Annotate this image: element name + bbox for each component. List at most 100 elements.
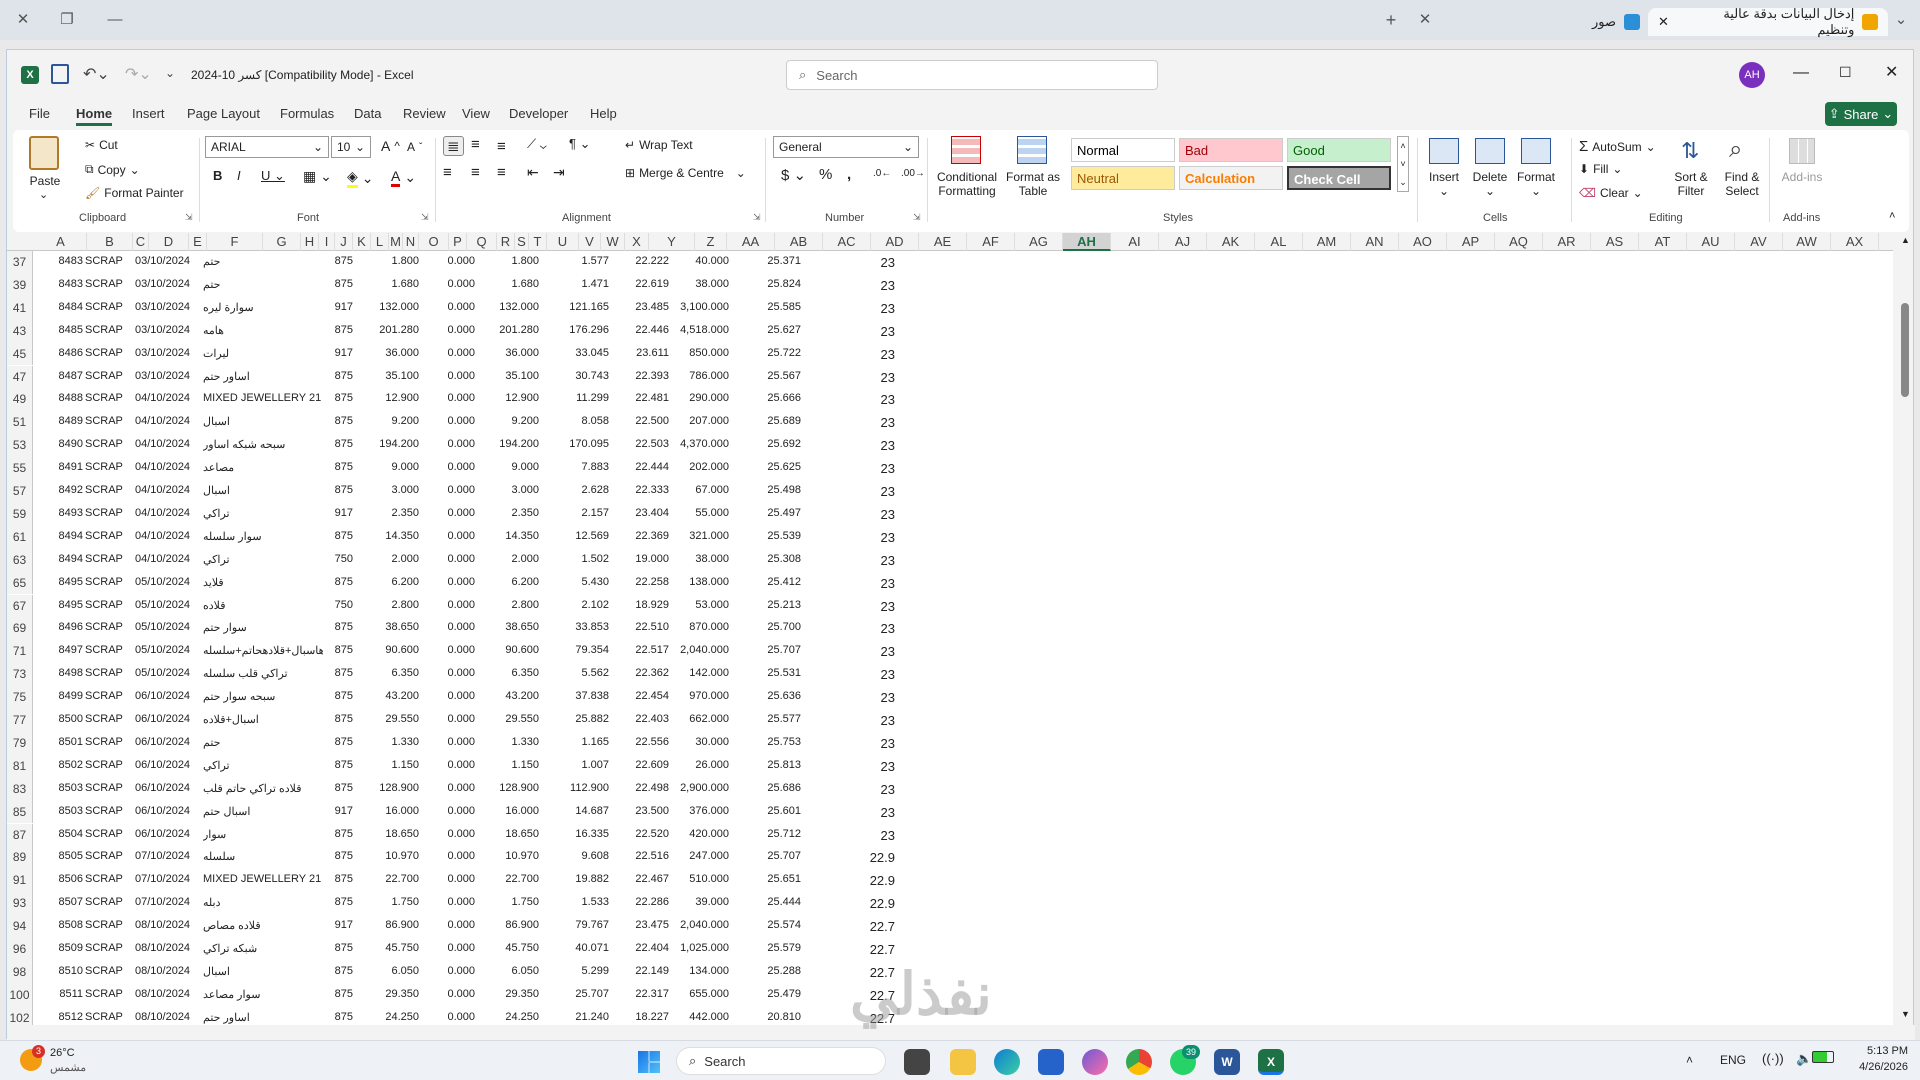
cell-o[interactable]: 0.000 (421, 690, 475, 702)
row-header[interactable]: 55 (7, 457, 33, 480)
cell-i[interactable]: 917 (323, 347, 353, 359)
cell-d[interactable]: 03/10/2024 (135, 347, 199, 359)
cell-q[interactable]: 29.350 (477, 988, 539, 1000)
cell-b[interactable]: SCRAP (85, 896, 129, 908)
find-select-button[interactable]: Find & Select (1719, 170, 1765, 198)
cell-a[interactable]: 8496 (43, 621, 83, 633)
cell-i[interactable]: 875 (323, 644, 353, 656)
italic-icon[interactable]: I (237, 168, 241, 183)
cell-e[interactable]: قلاده مصاص (203, 919, 323, 932)
cell-ac[interactable]: 23 (807, 255, 895, 270)
cell-l[interactable]: 1.800 (357, 255, 419, 267)
cell-i[interactable]: 875 (323, 965, 353, 977)
cell-a[interactable]: 8487 (43, 370, 83, 382)
cell-u[interactable]: 25.707 (543, 988, 609, 1000)
cell-o[interactable]: 0.000 (421, 850, 475, 862)
cell-b[interactable]: SCRAP (85, 713, 129, 725)
cell-y[interactable]: 376.000 (673, 805, 729, 817)
increase-indent-icon[interactable]: ⇥ (553, 164, 565, 181)
cell-e[interactable]: قلاده تراكي حاتم قلب (203, 782, 323, 795)
cell-w[interactable]: 23.611 (613, 347, 669, 359)
cell-d[interactable]: 08/10/2024 (135, 1011, 199, 1023)
cell-i[interactable]: 750 (323, 599, 353, 611)
cell-aa[interactable]: 25.625 (733, 461, 801, 473)
insert-cells-button[interactable]: Insert ⌄ (1423, 170, 1465, 198)
cell-l[interactable]: 22.700 (357, 873, 419, 885)
cell-d[interactable]: 06/10/2024 (135, 828, 199, 840)
cell-aa[interactable]: 25.686 (733, 782, 801, 794)
row-header[interactable]: 93 (7, 892, 33, 916)
sort-filter-button[interactable]: Sort & Filter (1667, 170, 1715, 198)
cell-b[interactable]: SCRAP (85, 576, 129, 588)
cell-e[interactable]: سلسله (203, 850, 323, 863)
cell-a[interactable]: 8486 (43, 347, 83, 359)
cell-i[interactable]: 875 (323, 667, 353, 679)
cell-i[interactable]: 875 (323, 988, 353, 1000)
cell-b[interactable]: SCRAP (85, 965, 129, 977)
column-header-y[interactable]: Y (649, 233, 695, 251)
cell-l[interactable]: 35.100 (357, 370, 419, 382)
cell-ac[interactable]: 23 (807, 621, 895, 636)
cell-ac[interactable]: 23 (807, 461, 895, 476)
cell-b[interactable]: SCRAP (85, 667, 129, 679)
cell-e[interactable]: اسبال+قلاده (203, 713, 323, 726)
cell-ac[interactable]: 23 (807, 438, 895, 453)
cell-q[interactable]: 1.330 (477, 736, 539, 748)
cell-u[interactable]: 79.354 (543, 644, 609, 656)
cell-ac[interactable]: 22.7 (807, 942, 895, 957)
cell-l[interactable]: 3.000 (357, 484, 419, 496)
cell-o[interactable]: 0.000 (421, 347, 475, 359)
column-header-k[interactable]: K (353, 233, 371, 251)
cell-l[interactable]: 128.900 (357, 782, 419, 794)
cell-y[interactable]: 3,100.000 (673, 301, 729, 313)
column-header-p[interactable]: P (449, 233, 467, 251)
row-header[interactable]: 87 (7, 823, 33, 847)
magnifier-icon[interactable]: ⌕ (1729, 136, 1742, 164)
cell-a[interactable]: 8509 (43, 942, 83, 954)
cell-l[interactable]: 2.350 (357, 507, 419, 519)
row-header[interactable]: 61 (7, 525, 33, 549)
column-header-ax[interactable]: AX (1831, 233, 1879, 251)
cell-ac[interactable]: 23 (807, 530, 895, 545)
row-header[interactable]: 41 (7, 296, 33, 320)
cell-y[interactable]: 290.000 (673, 392, 729, 404)
close-window-icon[interactable]: ✕ (12, 10, 34, 30)
copilot-icon[interactable] (1082, 1049, 1108, 1075)
cell-d[interactable]: 03/10/2024 (135, 324, 199, 336)
cell-a[interactable]: 8491 (43, 461, 83, 473)
row-header[interactable]: 83 (7, 777, 33, 801)
style-neutral[interactable]: Neutral (1071, 166, 1175, 190)
cell-o[interactable]: 0.000 (421, 988, 475, 1000)
cell-w[interactable]: 22.317 (613, 988, 669, 1000)
cell-o[interactable]: 0.000 (421, 278, 475, 290)
cell-a[interactable]: 8488 (43, 392, 83, 404)
align-top-icon[interactable]: ≣ (443, 136, 464, 156)
chrome-icon[interactable] (1126, 1049, 1152, 1075)
cell-a[interactable]: 8506 (43, 873, 83, 885)
cell-d[interactable]: 05/10/2024 (135, 644, 199, 656)
cell-e[interactable]: سوار حتم (203, 621, 323, 634)
cell-l[interactable]: 36.000 (357, 347, 419, 359)
cell-w[interactable]: 22.500 (613, 415, 669, 427)
cell-b[interactable]: SCRAP (85, 1011, 129, 1023)
restore-window-icon[interactable]: ❐ (56, 10, 78, 30)
column-header-x[interactable]: X (625, 233, 649, 251)
cell-y[interactable]: 420.000 (673, 828, 729, 840)
cell-b[interactable]: SCRAP (85, 644, 129, 656)
cell-aa[interactable]: 25.444 (733, 896, 801, 908)
cell-q[interactable]: 10.970 (477, 850, 539, 862)
format-as-table-icon[interactable] (1017, 136, 1047, 164)
cell-q[interactable]: 22.700 (477, 873, 539, 885)
increase-font-icon[interactable]: A ^ (381, 138, 400, 154)
cell-aa[interactable]: 25.213 (733, 599, 801, 611)
cell-w[interactable]: 22.149 (613, 965, 669, 977)
cell-d[interactable]: 06/10/2024 (135, 713, 199, 725)
vertical-scrollbar[interactable]: ▲ ▼ (1897, 233, 1913, 1025)
align-middle-icon[interactable]: ≡ (471, 136, 480, 153)
cell-o[interactable]: 0.000 (421, 805, 475, 817)
cell-u[interactable]: 19.882 (543, 873, 609, 885)
row-header[interactable]: 77 (7, 709, 33, 732)
format-painter-button[interactable]: 🖌 Format Painter (85, 186, 184, 200)
cell-u[interactable]: 16.335 (543, 828, 609, 840)
cell-ac[interactable]: 23 (807, 667, 895, 682)
